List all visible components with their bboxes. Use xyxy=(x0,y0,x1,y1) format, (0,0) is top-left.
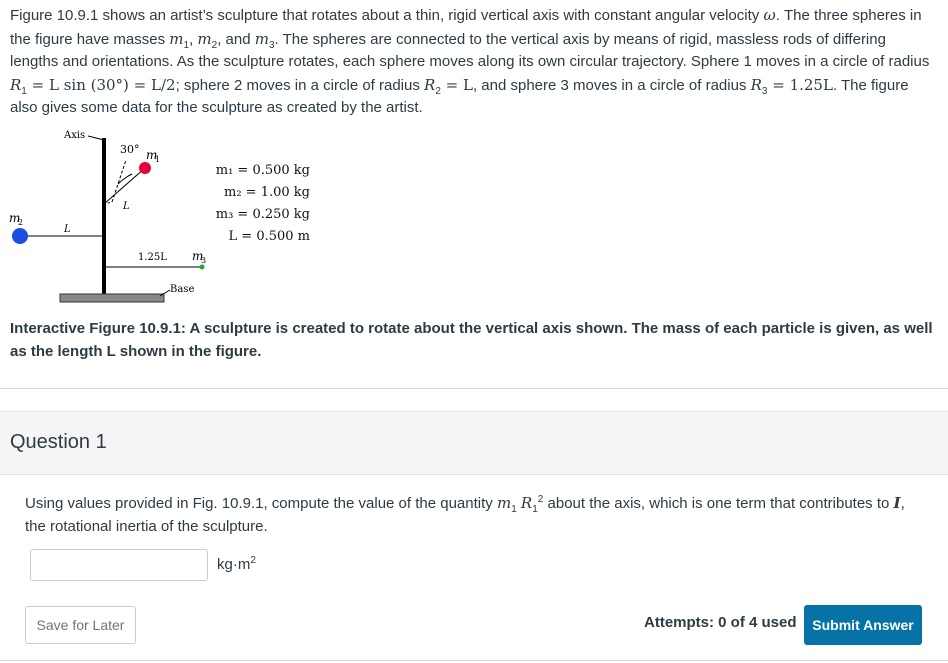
axis-label: Axis xyxy=(63,130,85,141)
subscript: 1 xyxy=(511,504,517,515)
R2-symbol: R xyxy=(424,75,436,94)
problem-statement: Figure 10.9.1 shows an artist’s sculptur… xyxy=(10,4,935,120)
question-text-b: about the axis, which is one term that c… xyxy=(543,495,894,512)
R1-symbol: R xyxy=(520,494,533,512)
axis-leader xyxy=(87,135,105,141)
question-title: Question 1 xyxy=(10,431,107,453)
m1-symbol: m xyxy=(496,494,512,512)
subscript: 1 xyxy=(532,504,538,515)
m3-value: m₃ = 0.250 kg xyxy=(215,207,310,222)
r1-expression: = L sin (30°) = L/2 xyxy=(26,75,176,94)
L-value: L = 0.500 m xyxy=(228,229,310,244)
base-plate xyxy=(59,293,165,303)
r3-expression: = 1.25L xyxy=(767,75,833,94)
unit-superscript: 2 xyxy=(250,555,256,566)
question-text-a: Using values provided in Fig. 10.9.1, co… xyxy=(25,495,497,512)
answer-unit: kg·m2 xyxy=(217,555,256,574)
m1-sub: 1 xyxy=(155,155,160,164)
R3-symbol: R xyxy=(750,75,762,94)
I-symbol: I xyxy=(893,494,901,512)
intro-text-4: , and sphere 3 moves in a circle of radi… xyxy=(472,76,751,94)
intro-text-3: ; sphere 2 moves in a circle of radius xyxy=(175,76,425,94)
m3-sub: 3 xyxy=(201,256,206,265)
r2-expression: = L xyxy=(440,75,473,94)
answer-input[interactable] xyxy=(30,549,208,581)
angle-label: 30° xyxy=(120,143,140,156)
question-text: Using values provided in Fig. 10.9.1, co… xyxy=(25,492,925,538)
and-text: , and xyxy=(217,30,255,48)
m2-sub: 2 xyxy=(18,218,23,227)
base-leader xyxy=(159,289,171,297)
m1-sphere xyxy=(139,162,151,174)
rod3-label: 1.25L xyxy=(138,252,167,263)
figure-caption: Interactive Figure 10.9.1: A sculpture i… xyxy=(10,320,933,360)
submit-answer-button[interactable]: Submit Answer xyxy=(804,605,922,645)
angle-arc xyxy=(117,173,133,185)
m3-sphere xyxy=(199,264,205,270)
question-header xyxy=(0,411,948,475)
m2-sphere xyxy=(12,228,28,244)
m2-symbol: m xyxy=(197,29,212,48)
divider xyxy=(0,388,948,389)
divider-bottom xyxy=(0,660,948,661)
rod2-L-label: L xyxy=(63,224,71,235)
figure-data-list: m₁ = 0.500 kg m₂ = 1.00 kg m₃ = 0.250 kg… xyxy=(200,160,310,248)
attempts-counter: Attempts: 0 of 4 used xyxy=(644,614,797,631)
unit-text: kg·m xyxy=(217,556,251,573)
base-label: Base xyxy=(170,284,194,295)
R1-symbol: R xyxy=(10,75,22,94)
intro-text-1: Figure 10.9.1 shows an artist’s sculptur… xyxy=(10,7,764,24)
rod1-L-label: L xyxy=(122,201,130,212)
m2-value: m₂ = 1.00 kg xyxy=(224,185,310,200)
m1-symbol: m xyxy=(169,29,184,48)
m3-symbol: m xyxy=(254,29,269,48)
omega-symbol: ω xyxy=(763,6,776,24)
save-for-later-button[interactable]: Save for Later xyxy=(25,606,136,644)
m1-value: m₁ = 0.500 kg xyxy=(215,163,310,178)
rod-1 xyxy=(103,167,146,205)
